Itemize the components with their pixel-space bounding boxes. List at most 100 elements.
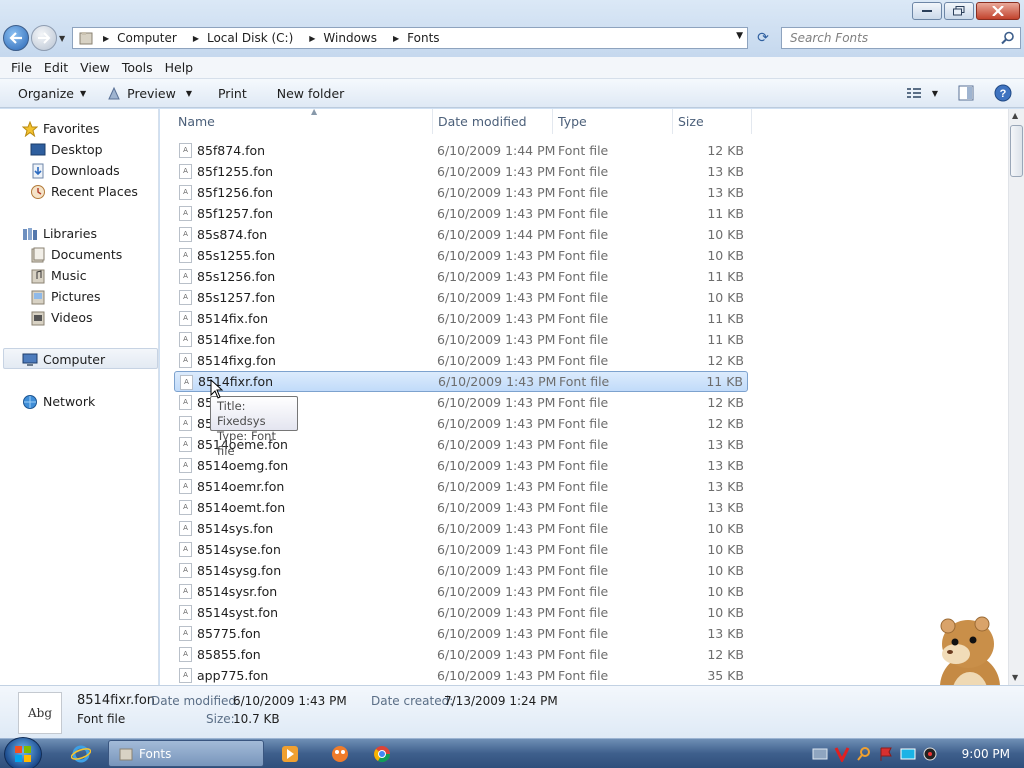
nav-recent-places[interactable]: Recent Places <box>30 181 138 202</box>
tray-volume-icon[interactable] <box>922 746 938 762</box>
file-row[interactable]: A 8514syse.fon 6/10/2009 1:43 PM Font file 1… <box>174 539 748 560</box>
file-tooltip: Title: Fixedsys Type: Font file <box>210 396 298 458</box>
computer-icon <box>22 353 38 366</box>
breadcrumb-fonts[interactable]: Fonts <box>407 31 439 45</box>
start-button[interactable] <box>4 737 42 768</box>
forward-button[interactable] <box>31 25 57 51</box>
nav-desktop[interactable]: Desktop <box>30 139 103 160</box>
recent-pages-dropdown[interactable]: ▼ <box>59 34 65 43</box>
new-folder-button[interactable]: New folder <box>277 86 345 101</box>
column-header-size[interactable]: Size <box>674 109 752 134</box>
file-type: Font file <box>559 374 610 389</box>
preview-pane-icon[interactable] <box>958 85 974 101</box>
nav-downloads[interactable]: Downloads <box>30 160 120 181</box>
minimize-button[interactable] <box>912 2 942 20</box>
details-size-value: 10.7 KB <box>233 712 280 726</box>
nav-computer[interactable]: Computer <box>22 349 105 370</box>
file-size: 10 KB <box>707 227 744 242</box>
scroll-down-icon[interactable]: ▼ <box>1012 673 1018 682</box>
address-history-dropdown-icon[interactable]: ▼ <box>736 31 743 41</box>
taskbar-chrome-button[interactable] <box>368 740 396 767</box>
breadcrumb-separator-icon[interactable]: ▶ <box>393 34 399 43</box>
search-icon[interactable] <box>1001 31 1015 45</box>
file-row[interactable]: A 85775.fon 6/10/2009 1:43 PM Font file 13 K… <box>174 623 748 644</box>
file-row[interactable]: A 85f1255.fon 6/10/2009 1:43 PM Font file 13… <box>174 161 748 182</box>
nav-pictures[interactable]: Pictures <box>30 286 101 307</box>
organize-button[interactable]: Organize ▼ <box>18 86 86 101</box>
nav-network[interactable]: Network <box>22 391 95 412</box>
menu-file[interactable]: File <box>11 60 32 75</box>
file-row[interactable]: A 85s1255.fon 6/10/2009 1:43 PM Font file 10… <box>174 245 748 266</box>
file-name: 8514sys.fon <box>197 521 274 536</box>
nav-videos[interactable]: Videos <box>30 307 93 328</box>
address-bar[interactable]: ▶ Computer ▶ Local Disk (C:) ▶ Windows ▶… <box>72 27 748 49</box>
tray-antivirus-icon[interactable] <box>834 746 850 762</box>
menu-tools[interactable]: Tools <box>122 60 153 75</box>
file-row[interactable]: A 8514oemr.fon 6/10/2009 1:43 PM Font file 1… <box>174 476 748 497</box>
column-header-date[interactable]: Date modified <box>434 109 553 134</box>
menu-help[interactable]: Help <box>165 60 194 75</box>
vertical-scrollbar[interactable]: ▲ ▼ <box>1008 109 1024 685</box>
tray-search-icon[interactable] <box>856 746 872 762</box>
taskbar-ie-button[interactable] <box>66 740 96 767</box>
taskbar-app-button[interactable] <box>326 740 354 767</box>
breadcrumb-computer[interactable]: Computer <box>117 31 177 45</box>
menu-view[interactable]: View <box>80 60 110 75</box>
views-icon[interactable] <box>906 86 922 100</box>
file-row[interactable]: A 8514fixr.fon 6/10/2009 1:43 PM Font file 1… <box>174 371 748 392</box>
taskbar-clock[interactable]: 9:00 PM <box>962 747 1010 761</box>
print-button[interactable]: Print <box>218 86 247 101</box>
file-row[interactable]: A 8514fixg.fon 6/10/2009 1:43 PM Font file 1… <box>174 350 748 371</box>
file-row[interactable]: A 8514sys.fon 6/10/2009 1:43 PM Font file 10… <box>174 518 748 539</box>
nav-favorites[interactable]: Favorites <box>22 118 99 139</box>
breadcrumb-local-disk[interactable]: Local Disk (C:) <box>207 31 293 45</box>
file-row[interactable]: A 8514oemt.fon 6/10/2009 1:43 PM Font file 1… <box>174 497 748 518</box>
font-file-icon: A <box>179 227 192 242</box>
tray-network-icon[interactable] <box>812 746 828 762</box>
tray-display-icon[interactable] <box>900 746 916 762</box>
preview-button[interactable]: Preview ▼ <box>106 85 192 101</box>
tray-flag-icon[interactable] <box>878 746 894 762</box>
file-name: 8514fixe.fon <box>197 332 276 347</box>
file-row[interactable]: A 8514syst.fon 6/10/2009 1:43 PM Font file 1… <box>174 602 748 623</box>
file-row[interactable]: A 85855.fon 6/10/2009 1:43 PM Font file 12 K… <box>174 644 748 665</box>
file-date-modified: 6/10/2009 1:43 PM <box>437 500 556 515</box>
file-row[interactable]: A 85s1257.fon 6/10/2009 1:43 PM Font file 10… <box>174 287 748 308</box>
file-row[interactable]: A 85f1257.fon 6/10/2009 1:43 PM Font file 11… <box>174 203 748 224</box>
nav-documents[interactable]: Documents <box>30 244 122 265</box>
refresh-button[interactable]: ⟳ <box>752 27 774 49</box>
help-icon[interactable]: ? <box>994 84 1012 102</box>
column-header-name[interactable]: ▲ Name <box>174 109 433 134</box>
file-name: 85s1255.fon <box>197 248 276 263</box>
menu-edit[interactable]: Edit <box>44 60 68 75</box>
taskbar-media-player-button[interactable] <box>276 740 304 767</box>
nav-music[interactable]: Music <box>30 265 87 286</box>
breadcrumb-windows[interactable]: Windows <box>323 31 377 45</box>
file-name: 85f1256.fon <box>197 185 274 200</box>
back-button[interactable] <box>3 25 29 51</box>
scroll-thumb[interactable] <box>1010 125 1023 177</box>
file-row[interactable]: Aapp775.fon 6/10/2009 1:43 PM Font file 35 … <box>174 665 748 685</box>
breadcrumb-separator-icon[interactable]: ▶ <box>103 34 109 43</box>
file-row[interactable]: A 85f874.fon 6/10/2009 1:44 PM Font file 12 … <box>174 140 748 161</box>
search-input[interactable]: Search Fonts <box>781 27 1021 49</box>
close-button[interactable] <box>976 2 1020 20</box>
taskbar-fonts-window[interactable]: Fonts <box>108 740 264 767</box>
font-file-icon: A <box>180 375 193 390</box>
breadcrumb-separator-icon[interactable]: ▶ <box>309 34 315 43</box>
scroll-up-icon[interactable]: ▲ <box>1012 111 1018 120</box>
views-dropdown-icon[interactable]: ▼ <box>932 89 938 98</box>
file-row[interactable]: A 8514sysr.fon 6/10/2009 1:43 PM Font file 1… <box>174 581 748 602</box>
videos-icon <box>31 311 45 325</box>
column-header-type[interactable]: Type <box>554 109 673 134</box>
file-row[interactable]: A 8514fixe.fon 6/10/2009 1:43 PM Font file 1… <box>174 329 748 350</box>
file-row[interactable]: A 8514sysg.fon 6/10/2009 1:43 PM Font file 1… <box>174 560 748 581</box>
file-row[interactable]: A 8514fix.fon 6/10/2009 1:43 PM Font file 11… <box>174 308 748 329</box>
navigation-pane: Favorites Desktop Downloads Recent Place… <box>0 109 159 685</box>
file-row[interactable]: A 85s1256.fon 6/10/2009 1:43 PM Font file 11… <box>174 266 748 287</box>
nav-libraries[interactable]: Libraries <box>22 223 97 244</box>
maximize-button[interactable] <box>944 2 974 20</box>
file-row[interactable]: A 85f1256.fon 6/10/2009 1:43 PM Font file 13… <box>174 182 748 203</box>
breadcrumb-separator-icon[interactable]: ▶ <box>193 34 199 43</box>
file-row[interactable]: A 85s874.fon 6/10/2009 1:44 PM Font file 10 … <box>174 224 748 245</box>
